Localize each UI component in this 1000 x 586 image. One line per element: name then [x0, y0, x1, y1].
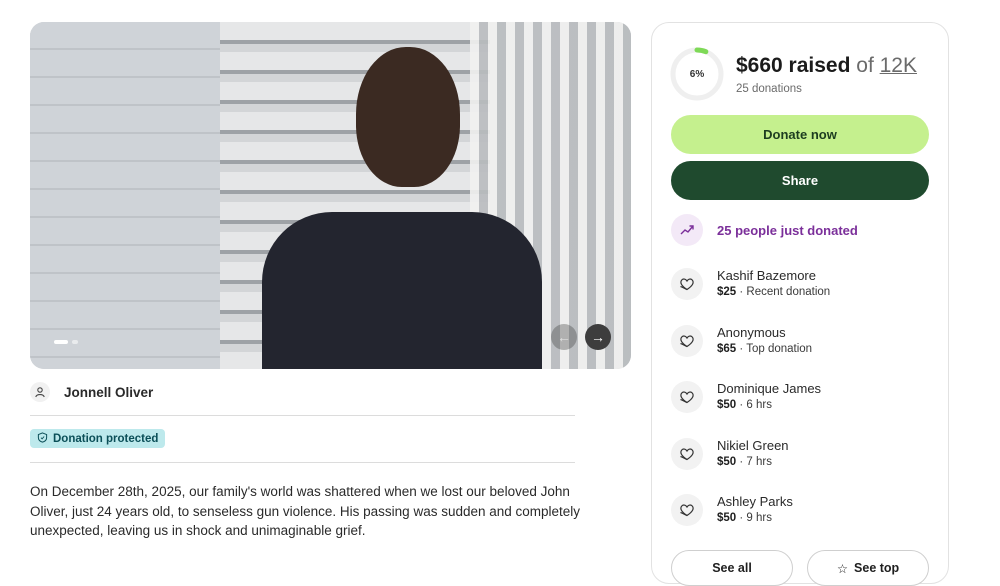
campaign-photo[interactable]: ← → [30, 22, 631, 369]
donor-separator: · [736, 286, 747, 298]
donor-meta: $25 · Recent donation [717, 284, 830, 301]
progress-percent: 6% [689, 68, 705, 80]
raised-of: of [850, 54, 880, 77]
donation-card: 6% $660 raised of 12K 25 donations Donat… [651, 22, 949, 586]
donor-amount: $50 [717, 399, 737, 411]
raised-amount: $660 raised [736, 54, 851, 77]
donor-name: Nikiel Green [717, 437, 789, 453]
donor-meta: $65 · Top donation [717, 341, 812, 358]
donor-item[interactable]: Ashley Parks $50 · 9 hrs [671, 493, 793, 527]
next-slide-button[interactable]: → [585, 324, 611, 350]
arrow-left-icon: ← [557, 329, 571, 345]
donor-item[interactable]: Anonymous $65 · Top donation [671, 324, 812, 358]
donor-info: Dominique James $50 · 6 hrs [717, 380, 821, 414]
donate-now-button[interactable]: Donate now [671, 115, 929, 154]
organizer-name[interactable]: Jonnell Oliver [64, 385, 153, 400]
donor-info: Nikiel Green $50 · 7 hrs [717, 437, 789, 471]
share-button[interactable]: Share [671, 161, 929, 200]
donation-heart-icon [671, 494, 703, 526]
donor-amount: $50 [717, 512, 737, 524]
donor-amount: $50 [717, 455, 737, 468]
donor-info: Kashif Bazemore $25 · Recent donation [717, 267, 830, 301]
donor-note: Top donation [746, 342, 813, 355]
recent-activity-label: 25 people just donated [717, 222, 858, 238]
donor-meta: $50 · 7 hrs [717, 454, 789, 471]
slide-dot-active[interactable] [54, 340, 68, 344]
goal-amount[interactable]: 12K [880, 54, 917, 77]
donor-note: 7 hrs [746, 455, 772, 468]
see-top-label: See top [854, 561, 900, 575]
badge-label: Donation protected [53, 432, 159, 445]
photo-wall [30, 22, 220, 369]
donor-info: Ashley Parks $50 · 9 hrs [717, 493, 793, 527]
slide-dot[interactable] [72, 340, 78, 344]
donor-name: Anonymous [717, 324, 786, 340]
see-top-button[interactable]: ☆ See top [807, 550, 929, 586]
photo-person-body [262, 212, 542, 369]
donor-separator: · [736, 342, 747, 355]
donor-name: Dominique James [717, 381, 822, 396]
donor-amount: $25 [717, 286, 737, 298]
amount-raised: $660 raised of 12K [736, 54, 917, 78]
donor-item[interactable]: Kashif Bazemore $25 · Recent donation [671, 267, 830, 301]
donor-info: Anonymous $65 · Top donation [717, 324, 812, 358]
shield-icon [37, 431, 48, 446]
photo-person-head [356, 47, 460, 187]
donor-meta: $50 · 9 hrs [717, 510, 793, 527]
recent-activity: 25 people just donated [671, 214, 858, 246]
donor-note: 9 hrs [746, 512, 772, 524]
campaign-story: On December 28th, 2025, our family's wor… [30, 484, 581, 538]
divider [30, 415, 575, 416]
donation-heart-icon [671, 268, 703, 300]
divider [30, 462, 575, 463]
donor-item[interactable]: Nikiel Green $50 · 7 hrs [671, 437, 789, 471]
donor-note: 6 hrs [746, 399, 772, 411]
donor-amount: $65 [717, 342, 737, 355]
organizer[interactable]: Jonnell Oliver [30, 382, 153, 402]
donor-separator: · [736, 399, 747, 411]
slide-indicator [54, 340, 78, 344]
donation-heart-icon [671, 437, 703, 470]
donation-heart-icon [671, 381, 703, 413]
donor-name: Kashif Bazemore [717, 268, 816, 283]
donor-name: Ashley Parks [717, 494, 793, 509]
donation-heart-icon [671, 324, 703, 357]
donor-item[interactable]: Dominique James $50 · 6 hrs [671, 380, 821, 414]
donor-separator: · [736, 512, 747, 524]
person-icon [30, 382, 50, 402]
prev-slide-button[interactable]: ← [551, 324, 577, 350]
donor-separator: · [736, 455, 747, 468]
donor-meta: $50 · 6 hrs [717, 397, 821, 414]
trending-up-icon [671, 214, 703, 246]
donation-protected-badge[interactable]: Donation protected [30, 429, 166, 448]
donor-note: Recent donation [746, 286, 831, 298]
see-all-button[interactable]: See all [671, 550, 793, 586]
arrow-right-icon: → [591, 329, 605, 345]
donation-count: 25 donations [736, 83, 802, 95]
see-all-label: See all [712, 561, 752, 575]
